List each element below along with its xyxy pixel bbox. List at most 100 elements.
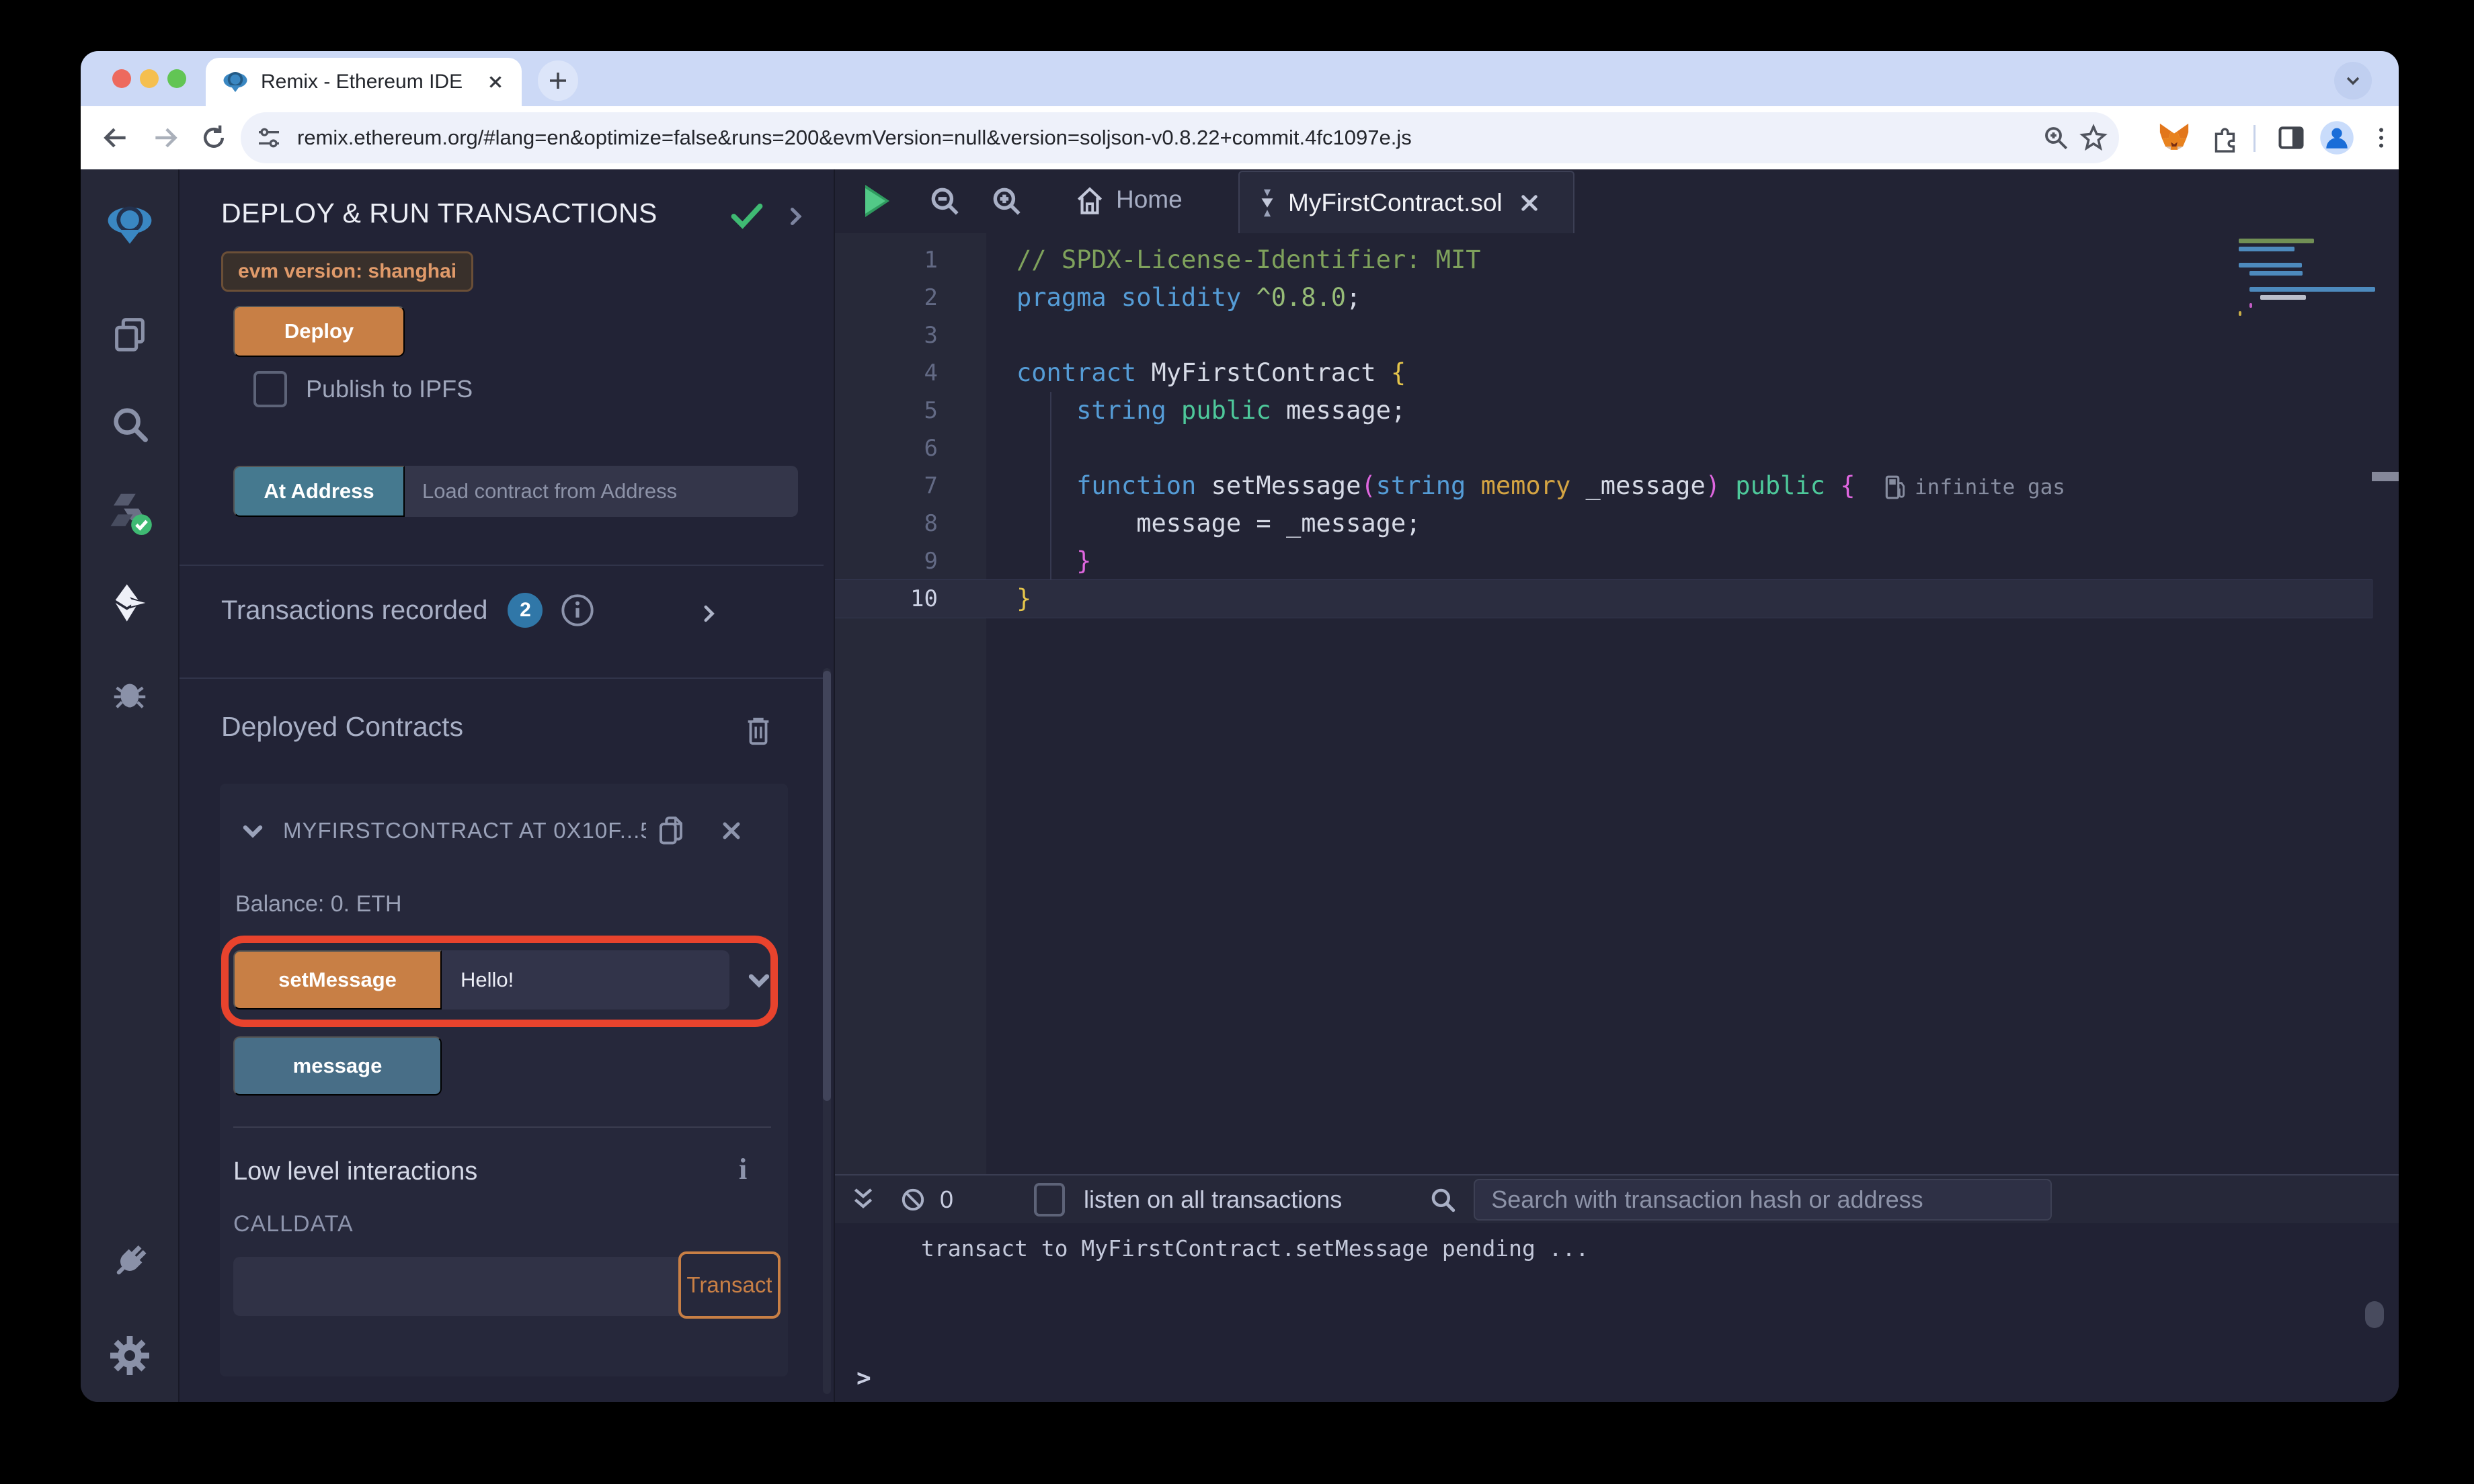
remix-logo-icon[interactable] bbox=[105, 200, 155, 250]
home-tab-icon[interactable] bbox=[1068, 179, 1112, 223]
low-level-info-icon[interactable]: i bbox=[739, 1152, 747, 1186]
extensions-puzzle-icon[interactable] bbox=[2204, 118, 2244, 158]
browser-menu-icon[interactable] bbox=[2361, 118, 2399, 158]
panel-title: DEPLOY & RUN TRANSACTIONS bbox=[221, 198, 657, 229]
set-message-button[interactable]: setMessage bbox=[233, 950, 442, 1009]
profile-avatar[interactable] bbox=[2317, 118, 2357, 158]
file-tab[interactable]: MyFirstContract.sol bbox=[1238, 171, 1574, 233]
url-bar[interactable]: remix.ethereum.org/#lang=en&optimize=fal… bbox=[241, 112, 2119, 163]
remove-contract-icon[interactable] bbox=[720, 819, 743, 842]
set-message-expand-chevron[interactable] bbox=[746, 966, 772, 993]
run-script-icon[interactable] bbox=[855, 179, 900, 223]
panel-scrollbar-thumb[interactable] bbox=[823, 671, 831, 1101]
panel-divider bbox=[179, 565, 824, 566]
code-line[interactable]: 10} bbox=[835, 580, 2372, 618]
browser-tabstrip: Remix - Ethereum IDE bbox=[81, 51, 2399, 106]
back-icon[interactable] bbox=[95, 118, 136, 158]
reload-icon[interactable] bbox=[194, 118, 234, 158]
bookmark-star-icon[interactable] bbox=[2075, 119, 2112, 157]
deploy-button[interactable]: Deploy bbox=[233, 306, 405, 357]
home-tab-label[interactable]: Home bbox=[1116, 186, 1183, 214]
transactions-count-badge: 2 bbox=[508, 593, 543, 628]
terminal-toolbar: 0 listen on all transactions bbox=[835, 1176, 2399, 1223]
new-tab-button[interactable] bbox=[538, 60, 578, 101]
listen-checkbox[interactable] bbox=[1034, 1182, 1066, 1217]
message-button[interactable]: message bbox=[233, 1036, 442, 1096]
zoom-page-icon[interactable] bbox=[2037, 119, 2075, 157]
calldata-input[interactable] bbox=[233, 1257, 680, 1316]
code-line[interactable]: 8 message = _message; bbox=[835, 505, 2372, 542]
solidity-compiler-icon[interactable] bbox=[105, 487, 155, 536]
contract-collapse-chevron[interactable] bbox=[240, 818, 266, 843]
side-panel-icon[interactable] bbox=[2271, 118, 2311, 158]
forward-icon[interactable] bbox=[145, 118, 186, 158]
code-line[interactable]: 5 string public message; bbox=[835, 392, 2372, 429]
at-address-button[interactable]: At Address bbox=[233, 466, 405, 517]
code-line[interactable]: 6 bbox=[835, 429, 2372, 467]
editor-scrollbar-thumb[interactable] bbox=[2372, 472, 2399, 481]
gas-pump-icon bbox=[1885, 475, 1905, 499]
editor-minimap[interactable] bbox=[2239, 239, 2376, 1166]
url-text[interactable]: remix.ethereum.org/#lang=en&optimize=fal… bbox=[297, 126, 2037, 150]
copy-address-icon[interactable] bbox=[655, 814, 686, 848]
zoom-out-icon[interactable] bbox=[922, 179, 967, 223]
terminal-search-input[interactable] bbox=[1474, 1178, 2052, 1221]
file-tab-close-icon[interactable] bbox=[1519, 192, 1540, 214]
icon-sidebar bbox=[81, 169, 179, 1402]
settings-gear-icon[interactable] bbox=[105, 1331, 155, 1380]
set-message-input[interactable] bbox=[442, 950, 729, 1009]
tab-search-button[interactable] bbox=[2334, 62, 2372, 99]
tab-close-icon[interactable] bbox=[485, 72, 506, 92]
panel-scrollbar[interactable] bbox=[823, 668, 831, 1394]
terminal-body[interactable]: transact to MyFirstContract.setMessage p… bbox=[835, 1223, 2399, 1402]
site-settings-icon[interactable] bbox=[250, 119, 288, 157]
pending-count: 0 bbox=[940, 1185, 954, 1213]
transactions-expand-chevron[interactable] bbox=[697, 602, 720, 625]
toolbar-divider bbox=[2253, 125, 2256, 152]
transactions-info-icon[interactable] bbox=[560, 593, 595, 628]
clear-console-icon[interactable] bbox=[893, 1180, 933, 1220]
mac-zoom-button[interactable] bbox=[167, 69, 186, 88]
indent-guide bbox=[1050, 392, 1051, 580]
file-explorer-icon[interactable] bbox=[105, 309, 155, 359]
code-line[interactable]: 7 function setMessage(string memory _mes… bbox=[835, 467, 2372, 505]
code-line[interactable]: 3 bbox=[835, 317, 2372, 354]
gas-annotation: infinite gas bbox=[1884, 472, 2065, 502]
low-level-heading: Low level interactions bbox=[233, 1157, 478, 1186]
terminal-log-line: transact to MyFirstContract.setMessage p… bbox=[921, 1235, 1589, 1262]
transactions-recorded-label: Transactions recorded bbox=[221, 595, 488, 625]
code-line[interactable]: 2 pragma solidity ^0.8.0; bbox=[835, 279, 2372, 317]
panel-expand-chevron[interactable] bbox=[783, 204, 807, 229]
browser-toolbar: remix.ethereum.org/#lang=en&optimize=fal… bbox=[81, 106, 2399, 169]
listen-label: listen on all transactions bbox=[1084, 1185, 1343, 1213]
code-editor[interactable]: 1// SPDX-License-Identifier: MIT 2 pragma … bbox=[835, 233, 2399, 1174]
browser-window: Remix - Ethereum IDE remix.ethereum.org/… bbox=[81, 51, 2399, 1402]
plugin-manager-icon[interactable] bbox=[105, 1237, 155, 1286]
deploy-run-icon[interactable] bbox=[105, 578, 155, 628]
transact-button[interactable]: Transact bbox=[678, 1251, 781, 1319]
mac-close-button[interactable] bbox=[112, 69, 131, 88]
panel-check-icon bbox=[729, 202, 764, 231]
card-divider bbox=[233, 1126, 771, 1128]
terminal-collapse-icon[interactable] bbox=[843, 1180, 883, 1220]
trash-icon[interactable] bbox=[743, 714, 774, 747]
publish-ipfs-row: Publish to IPFS bbox=[235, 371, 473, 407]
deployed-contract-card: MYFIRSTCONTRACT AT 0X10F...5 Balance: 0.… bbox=[220, 784, 788, 1376]
contract-card-header[interactable]: MYFIRSTCONTRACT AT 0X10F...5 bbox=[220, 784, 788, 878]
debugger-icon[interactable] bbox=[105, 668, 155, 718]
code-line[interactable]: 9 } bbox=[835, 542, 2372, 580]
browser-tab[interactable]: Remix - Ethereum IDE bbox=[206, 58, 522, 106]
metamask-extension-icon[interactable] bbox=[2154, 118, 2194, 158]
mac-minimize-button[interactable] bbox=[140, 69, 159, 88]
editor-toolbar: Home MyFirstContract.sol bbox=[835, 169, 2399, 233]
code-line[interactable]: 1// SPDX-License-Identifier: MIT bbox=[835, 241, 2372, 279]
search-icon[interactable] bbox=[105, 399, 155, 449]
code-line[interactable]: 4 contract MyFirstContract { bbox=[835, 354, 2372, 392]
deploy-run-panel: DEPLOY & RUN TRANSACTIONS evm version: s… bbox=[179, 169, 835, 1402]
publish-ipfs-label: Publish to IPFS bbox=[306, 375, 473, 403]
terminal-scrollbar-thumb[interactable] bbox=[2365, 1301, 2384, 1328]
publish-ipfs-checkbox[interactable] bbox=[253, 371, 287, 407]
contract-title: MYFIRSTCONTRACT AT 0X10F...5 bbox=[283, 818, 646, 843]
zoom-in-icon[interactable] bbox=[984, 179, 1029, 223]
at-address-input[interactable] bbox=[405, 466, 798, 517]
